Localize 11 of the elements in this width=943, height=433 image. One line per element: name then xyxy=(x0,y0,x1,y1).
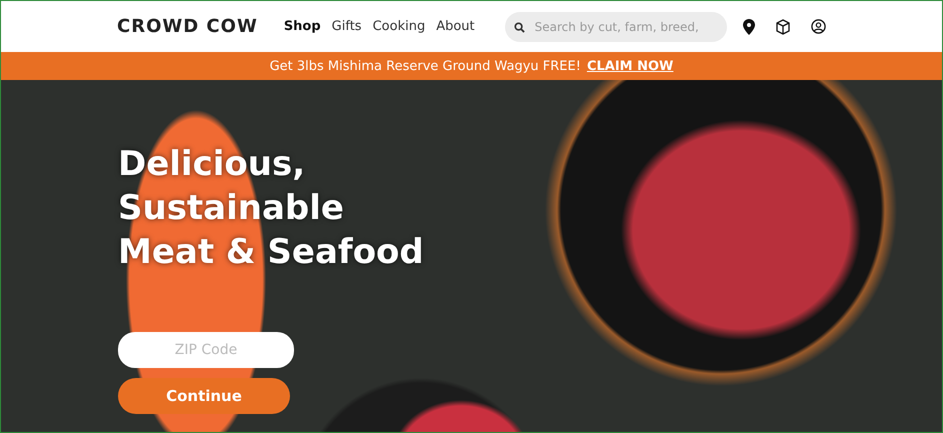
nav-link[interactable]: About xyxy=(436,19,475,34)
zip-field[interactable]: ZIP Code xyxy=(118,332,294,368)
box-icon[interactable] xyxy=(774,18,791,34)
location-pin-icon[interactable] xyxy=(742,18,755,34)
nav-link[interactable]: Cooking xyxy=(372,19,426,34)
nav-link[interactable]: Gifts xyxy=(332,19,362,34)
nav-link[interactable]: Shop xyxy=(284,19,321,34)
search-field[interactable]: Search by cut, farm, breed, xyxy=(504,12,727,42)
account-icon[interactable] xyxy=(810,19,826,34)
logo[interactable]: CROWD COW xyxy=(117,16,258,37)
promo-text: Get 3lbs Mishima Reserve Ground Wagyu FREE! xyxy=(270,58,581,74)
